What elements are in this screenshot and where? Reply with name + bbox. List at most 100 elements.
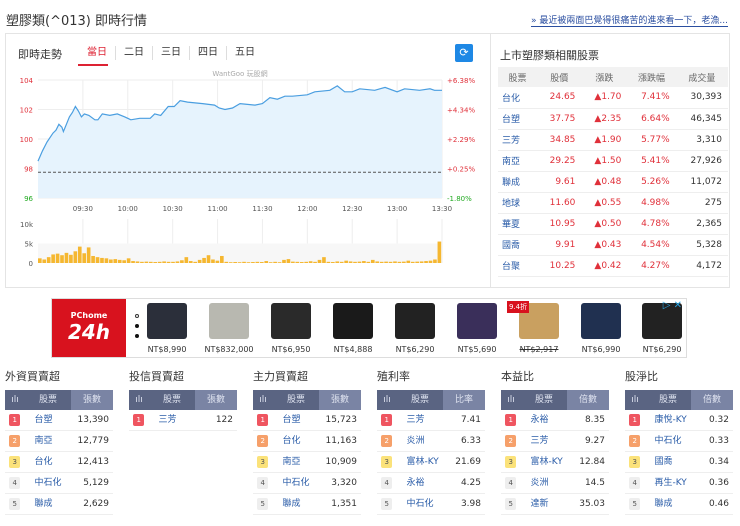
list-item[interactable]: 4 中石化 3,320: [253, 473, 361, 494]
tab-3d[interactable]: 三日: [152, 46, 189, 60]
stock-name[interactable]: 再生-KY: [644, 473, 692, 493]
tab-2d[interactable]: 二日: [115, 46, 152, 60]
stock-name[interactable]: 台塑: [272, 410, 320, 430]
chart-icon[interactable]: ılı: [377, 390, 397, 410]
stock-name[interactable]: 康悅-KY: [644, 410, 692, 430]
tab-5d[interactable]: 五日: [226, 46, 263, 60]
list-item[interactable]: 1 台塑 15,723: [253, 410, 361, 431]
chart-icon[interactable]: ılı: [253, 390, 273, 410]
list-item[interactable]: 3 台化 12,413: [5, 452, 113, 473]
table-row[interactable]: 台聚 10.25 ▲0.42 4.27% 4,172: [498, 255, 728, 277]
stock-name[interactable]: 國喬: [644, 452, 692, 472]
list-item[interactable]: 2 南亞 12,779: [5, 431, 113, 452]
col-value[interactable]: 張數: [319, 390, 361, 410]
stock-name[interactable]: 聯成: [498, 171, 538, 193]
list-item[interactable]: 1 永裕 8.35: [501, 410, 609, 431]
col-value[interactable]: 張數: [71, 390, 113, 410]
list-item[interactable]: 1 三芳 122: [129, 410, 237, 431]
ad-product[interactable]: NT$832,000: [201, 303, 257, 354]
list-item[interactable]: 4 炎洲 14.5: [501, 473, 609, 494]
list-item[interactable]: 1 康悅-KY 0.32: [625, 410, 733, 431]
stock-name[interactable]: 永裕: [396, 473, 444, 493]
list-item[interactable]: 4 中石化 5,129: [5, 473, 113, 494]
list-item[interactable]: 5 達新 35.03: [501, 494, 609, 515]
col-stock[interactable]: 股票: [645, 390, 691, 410]
table-row[interactable]: 聯成 9.61 ▲0.48 5.26% 11,072: [498, 171, 728, 193]
stock-name[interactable]: 台化: [24, 452, 72, 472]
list-item[interactable]: 1 台塑 13,390: [5, 410, 113, 431]
stock-name[interactable]: 中石化: [396, 494, 444, 514]
stock-name[interactable]: 台塑: [498, 108, 538, 130]
table-row[interactable]: 國喬 9.91 ▲0.43 4.54% 5,328: [498, 234, 728, 256]
list-item[interactable]: 3 南亞 10,909: [253, 452, 361, 473]
chart-icon[interactable]: ılı: [5, 390, 25, 410]
stock-name[interactable]: 台化: [498, 87, 538, 109]
ad-product[interactable]: NT$6,990: [573, 303, 629, 354]
stock-name[interactable]: 三芳: [520, 431, 568, 451]
tab-4d[interactable]: 四日: [189, 46, 226, 60]
stock-name[interactable]: 地球: [498, 192, 538, 214]
col-header[interactable]: 股價: [537, 67, 582, 87]
news-link[interactable]: » 最近被兩面巴覺得很痛苦的進來看一下，老漁...: [531, 13, 728, 27]
col-header[interactable]: 股票: [498, 67, 538, 87]
ad-product[interactable]: NT$6,290: [387, 303, 443, 354]
table-row[interactable]: 地球 11.60 ▲0.55 4.98% 275: [498, 192, 728, 214]
stock-name[interactable]: 達新: [520, 494, 568, 514]
table-row[interactable]: 三芳 34.85 ▲1.90 5.77% 3,310: [498, 129, 728, 151]
list-item[interactable]: 5 聯成 0.46: [625, 494, 733, 515]
stock-name[interactable]: 中石化: [24, 473, 72, 493]
list-item[interactable]: 5 聯成 2,629: [5, 494, 113, 515]
table-row[interactable]: 台塑 37.75 ▲2.35 6.64% 46,345: [498, 108, 728, 130]
stock-name[interactable]: 中石化: [644, 431, 692, 451]
col-stock[interactable]: 股票: [521, 390, 567, 410]
stock-name[interactable]: 三芳: [148, 410, 196, 430]
col-value[interactable]: 張數: [195, 390, 237, 410]
ad-product[interactable]: NT$5,690: [449, 303, 505, 354]
col-stock[interactable]: 股票: [25, 390, 71, 410]
stock-name[interactable]: 炎洲: [520, 473, 568, 493]
list-item[interactable]: 2 台化 11,163: [253, 431, 361, 452]
col-value[interactable]: 比率: [443, 390, 485, 410]
col-header[interactable]: 漲跌幅: [627, 67, 676, 87]
table-row[interactable]: 台化 24.65 ▲1.70 7.41% 30,393: [498, 87, 728, 109]
chart-icon[interactable]: ılı: [625, 390, 645, 410]
stock-name[interactable]: 炎洲: [396, 431, 444, 451]
stock-name[interactable]: 聯成: [272, 494, 320, 514]
stock-name[interactable]: 聯成: [644, 494, 692, 514]
stock-name[interactable]: 南亞: [272, 452, 320, 472]
list-item[interactable]: 3 國喬 0.34: [625, 452, 733, 473]
ad-close-icon[interactable]: ▷ ✕: [663, 300, 682, 311]
refresh-button[interactable]: ⟳: [455, 44, 473, 62]
table-row[interactable]: 華夏 10.95 ▲0.50 4.78% 2,365: [498, 213, 728, 235]
stock-name[interactable]: 富林-KY: [520, 452, 568, 472]
chart-icon[interactable]: ılı: [501, 390, 521, 410]
col-header[interactable]: 成交量: [675, 67, 728, 87]
stock-name[interactable]: 台塑: [24, 410, 72, 430]
stock-name[interactable]: 聯成: [24, 494, 72, 514]
col-value[interactable]: 倍數: [567, 390, 609, 410]
stock-name[interactable]: 國喬: [498, 234, 538, 256]
tab-1d[interactable]: 當日: [79, 46, 115, 60]
stock-name[interactable]: 南亞: [498, 150, 538, 172]
stock-name[interactable]: 三芳: [396, 410, 444, 430]
ad-product[interactable]: NT$6,950: [263, 303, 319, 354]
list-item[interactable]: 4 永裕 4.25: [377, 473, 485, 494]
stock-name[interactable]: 三芳: [498, 129, 538, 151]
list-item[interactable]: 1 三芳 7.41: [377, 410, 485, 431]
chart-icon[interactable]: ılı: [129, 390, 149, 410]
col-value[interactable]: 倍數: [691, 390, 733, 410]
stock-name[interactable]: 台聚: [498, 255, 538, 277]
ad-banner[interactable]: PChome 24h NT$8,990 NT$832,000 NT$6,950 NT$…: [51, 298, 687, 358]
ad-product[interactable]: NT$4,888: [325, 303, 381, 354]
stock-name[interactable]: 永裕: [520, 410, 568, 430]
list-item[interactable]: 2 中石化 0.33: [625, 431, 733, 452]
stock-name[interactable]: 中石化: [272, 473, 320, 493]
list-item[interactable]: 4 再生-KY 0.36: [625, 473, 733, 494]
table-row[interactable]: 南亞 29.25 ▲1.50 5.41% 27,926: [498, 150, 728, 172]
col-stock[interactable]: 股票: [273, 390, 319, 410]
ad-product[interactable]: NT$8,990: [139, 303, 195, 354]
stock-name[interactable]: 南亞: [24, 431, 72, 451]
col-stock[interactable]: 股票: [397, 390, 443, 410]
list-item[interactable]: 2 炎洲 6.33: [377, 431, 485, 452]
list-item[interactable]: 3 富林-KY 21.69: [377, 452, 485, 473]
